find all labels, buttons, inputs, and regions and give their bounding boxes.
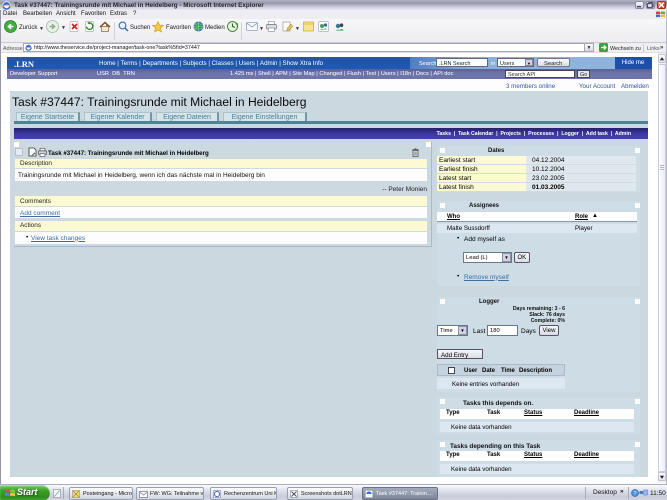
svg-text:?: ? <box>633 491 636 497</box>
